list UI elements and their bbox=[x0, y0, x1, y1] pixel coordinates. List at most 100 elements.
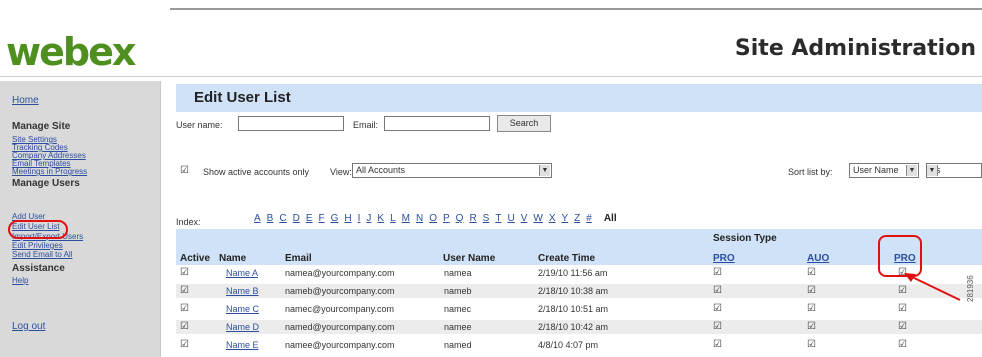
table-row: ☑ Name D named@yourcompany.com namee 2/1… bbox=[176, 320, 982, 334]
chevron-down-icon: ▼ bbox=[539, 165, 550, 176]
sort-label: Sort list by: bbox=[788, 167, 833, 177]
webex-logo: webex bbox=[6, 30, 136, 74]
user-email: nameb@yourcompany.com bbox=[285, 286, 395, 296]
user-create-time: 2/19/10 11:56 am bbox=[538, 268, 608, 278]
index-letter-n[interactable]: N bbox=[416, 213, 423, 224]
auo-checkbox[interactable]: ☑ bbox=[807, 285, 816, 296]
index-letter-j[interactable]: J bbox=[366, 213, 371, 224]
sidebar-home-link[interactable]: Home bbox=[12, 95, 39, 106]
user-name-link[interactable]: Name E bbox=[226, 340, 259, 350]
col-pro-link[interactable]: PRO bbox=[713, 253, 735, 264]
index-letter-a[interactable]: A bbox=[254, 213, 261, 224]
auo-checkbox[interactable]: ☑ bbox=[807, 339, 816, 350]
user-username: namea bbox=[444, 268, 472, 278]
index-letter-q[interactable]: Q bbox=[456, 213, 464, 224]
show-active-label: Show active accounts only bbox=[203, 167, 310, 177]
user-name-link[interactable]: Name A bbox=[226, 268, 258, 278]
pro-checkbox[interactable]: ☑ bbox=[713, 321, 722, 332]
sort-order-select[interactable]: As ▼ bbox=[926, 163, 982, 178]
active-checkbox[interactable]: ☑ bbox=[180, 285, 189, 296]
index-letter-p[interactable]: P bbox=[443, 213, 450, 224]
index-letter-e[interactable]: E bbox=[306, 213, 313, 224]
active-checkbox[interactable]: ☑ bbox=[180, 303, 189, 314]
show-active-checkbox[interactable]: ☑ bbox=[180, 166, 190, 176]
auo-checkbox[interactable]: ☑ bbox=[807, 267, 816, 278]
user-email: namea@yourcompany.com bbox=[285, 268, 395, 278]
user-name-link[interactable]: Name D bbox=[226, 322, 259, 332]
active-checkbox[interactable]: ☑ bbox=[180, 339, 189, 350]
index-letter-v[interactable]: V bbox=[521, 213, 528, 224]
index-letter-z[interactable]: Z bbox=[574, 213, 580, 224]
chevron-down-icon: ▼ bbox=[906, 165, 917, 176]
index-letter-s[interactable]: S bbox=[483, 213, 490, 224]
site-title: Site Administration bbox=[734, 36, 976, 61]
user-name-link[interactable]: Name B bbox=[226, 286, 259, 296]
sidebar-item-help[interactable]: Help bbox=[12, 276, 28, 285]
session-type-header: Session Type bbox=[713, 233, 777, 244]
index-letter-l[interactable]: L bbox=[390, 213, 396, 224]
pro-checkbox[interactable]: ☑ bbox=[713, 339, 722, 350]
header-divider bbox=[0, 76, 982, 77]
sidebar-item-meetings-in-progress[interactable]: Meetings in Progress bbox=[12, 167, 87, 176]
index-letter-hash[interactable]: # bbox=[586, 213, 592, 224]
col-email: Email bbox=[285, 253, 312, 264]
auo-checkbox[interactable]: ☑ bbox=[807, 321, 816, 332]
user-create-time: 2/18/10 10:38 am bbox=[538, 286, 609, 296]
view-select[interactable]: All Accounts ▼ bbox=[352, 163, 552, 178]
pro2-checkbox[interactable]: ☑ bbox=[898, 321, 907, 332]
chevron-down-icon: ▼ bbox=[927, 165, 938, 176]
index-letter-k[interactable]: K bbox=[377, 213, 384, 224]
page-title-bar: Edit User List bbox=[176, 84, 982, 112]
col-auo-link[interactable]: AUO bbox=[807, 253, 829, 264]
pro2-checkbox[interactable]: ☑ bbox=[898, 339, 907, 350]
user-create-time: 2/18/10 10:42 am bbox=[538, 322, 609, 332]
pro-checkbox[interactable]: ☑ bbox=[713, 267, 722, 278]
active-checkbox[interactable]: ☑ bbox=[180, 267, 189, 278]
index-letter-o[interactable]: O bbox=[429, 213, 437, 224]
active-checkbox[interactable]: ☑ bbox=[180, 321, 189, 332]
index-letter-c[interactable]: C bbox=[279, 213, 286, 224]
user-create-time: 2/18/10 10:51 am bbox=[538, 304, 609, 314]
col-name: Name bbox=[219, 253, 247, 264]
index-letter-h[interactable]: H bbox=[344, 213, 351, 224]
user-username: nameb bbox=[444, 286, 472, 296]
index-letter-x[interactable]: X bbox=[549, 213, 556, 224]
table-row: ☑ Name A namea@yourcompany.com namea 2/1… bbox=[176, 266, 982, 280]
table-row: ☑ Name B nameb@yourcompany.com nameb 2/1… bbox=[176, 284, 982, 298]
top-rule bbox=[170, 8, 982, 10]
index-letter-w[interactable]: W bbox=[533, 213, 542, 224]
sidebar-logout-link[interactable]: Log out bbox=[12, 321, 45, 332]
index-letters: A B C D E F G H I J K L M N O P Q R S T … bbox=[254, 213, 617, 224]
sidebar-section-manage-site: Manage Site bbox=[12, 121, 71, 132]
email-input[interactable] bbox=[384, 116, 490, 131]
user-username: namee bbox=[444, 322, 472, 332]
sidebar-section-assistance: Assistance bbox=[12, 263, 65, 274]
pro-checkbox[interactable]: ☑ bbox=[713, 285, 722, 296]
view-select-value: All Accounts bbox=[356, 165, 406, 175]
pro-checkbox[interactable]: ☑ bbox=[713, 303, 722, 314]
user-name-link[interactable]: Name C bbox=[226, 304, 259, 314]
index-all[interactable]: All bbox=[604, 213, 617, 224]
user-username: named bbox=[444, 340, 472, 350]
search-button[interactable]: Search bbox=[497, 115, 551, 132]
index-letter-y[interactable]: Y bbox=[561, 213, 568, 224]
sidebar-divider bbox=[160, 81, 161, 357]
user-email: named@yourcompany.com bbox=[285, 322, 395, 332]
username-input[interactable] bbox=[238, 116, 344, 131]
index-letter-d[interactable]: D bbox=[293, 213, 300, 224]
sidebar-item-send-email-to-all[interactable]: Send Email to All bbox=[12, 250, 72, 259]
index-letter-i[interactable]: I bbox=[358, 213, 361, 224]
sort-select[interactable]: User Name ▼ bbox=[849, 163, 919, 178]
index-letter-u[interactable]: U bbox=[507, 213, 514, 224]
index-letter-g[interactable]: G bbox=[331, 213, 339, 224]
index-letter-f[interactable]: F bbox=[318, 213, 324, 224]
index-letter-r[interactable]: R bbox=[469, 213, 476, 224]
sidebar-item-edit-privileges[interactable]: Edit Privileges bbox=[12, 241, 63, 250]
user-email: namee@yourcompany.com bbox=[285, 340, 395, 350]
index-letter-b[interactable]: B bbox=[267, 213, 274, 224]
index-letter-t[interactable]: T bbox=[495, 213, 501, 224]
table-row: ☑ Name E namee@yourcompany.com named 4/8… bbox=[176, 338, 982, 352]
col-username: User Name bbox=[443, 253, 496, 264]
auo-checkbox[interactable]: ☑ bbox=[807, 303, 816, 314]
index-letter-m[interactable]: M bbox=[402, 213, 410, 224]
